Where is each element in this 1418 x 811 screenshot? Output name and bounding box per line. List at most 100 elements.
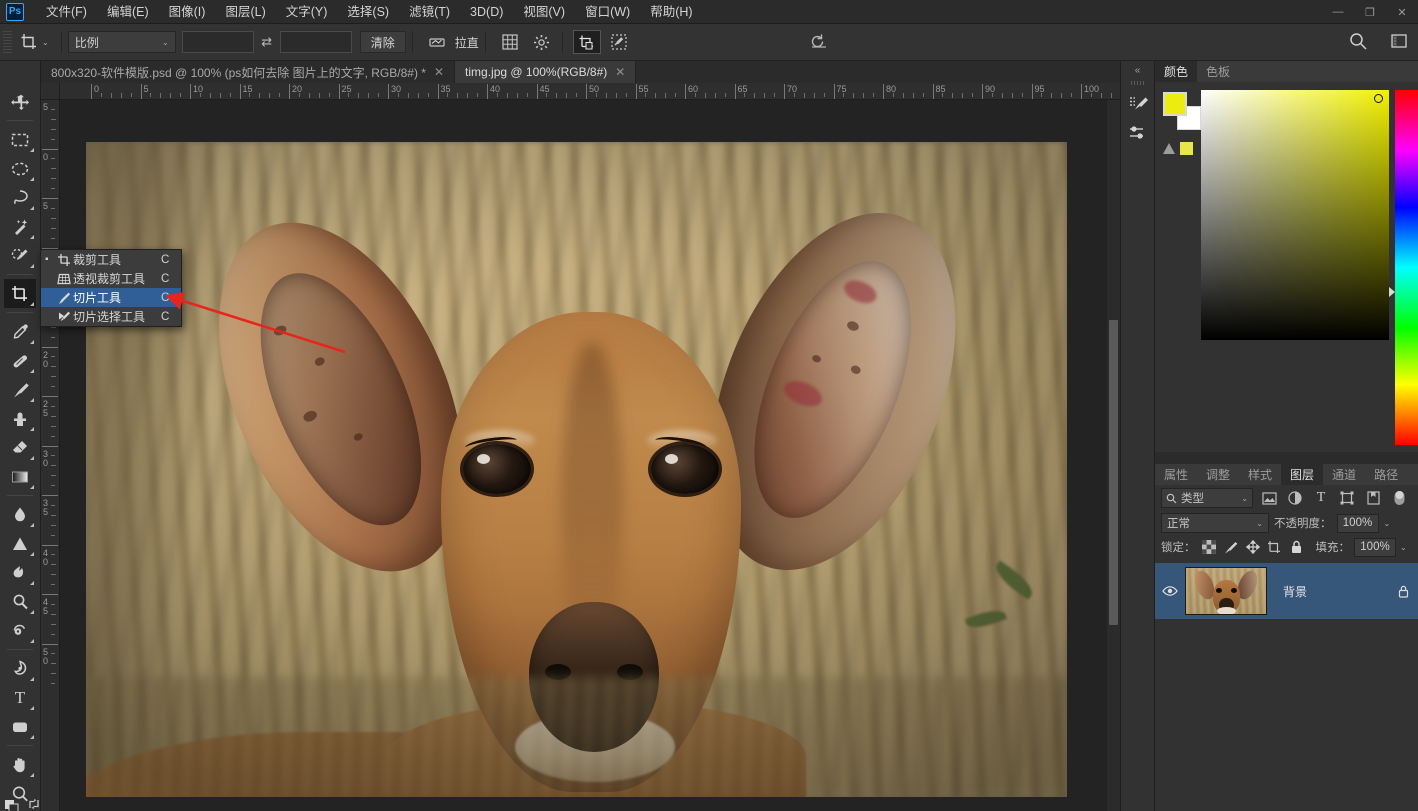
tool-flyout-triangle-icon[interactable] [30,610,34,614]
close-icon[interactable]: ✕ [615,65,625,79]
menu-item-7[interactable]: 3D(D) [460,0,513,24]
tool-flyout-triangle-icon[interactable] [30,552,34,556]
tool-hand-tool[interactable] [4,750,36,779]
color-panel-foreground-swatch[interactable] [1163,92,1187,116]
tool-spot-healing-brush-tool[interactable] [4,346,36,375]
document-tab-0[interactable]: 800x320-软件模版.psd @ 100% (ps如何去除 图片上的文字, … [41,61,456,83]
double-chevron-left-icon[interactable]: « [1121,61,1154,79]
filter-shape-icon[interactable] [1337,488,1357,508]
flyout-item-1[interactable]: 透视裁剪工具 C [41,269,181,288]
restore-button[interactable]: ❐ [1354,0,1386,24]
clear-button[interactable]: 清除 [359,31,406,53]
menu-item-10[interactable]: 帮助(H) [640,0,702,24]
reset-tool-icon[interactable] [808,31,830,54]
menu-item-4[interactable]: 文字(Y) [276,0,338,24]
content-aware-icon[interactable] [605,30,633,54]
menu-item-6[interactable]: 滤镜(T) [399,0,460,24]
tool-flyout-triangle-icon[interactable] [30,206,34,210]
document-canvas[interactable] [86,142,1067,797]
tool-magic-wand-tool[interactable] [4,212,36,241]
horizontal-ruler[interactable]: 0 5 10 15 20 25 30 35 40 45 50 55 60 65 70 75 80 85 90 95 10… [60,83,1120,100]
tool-sponge-tool[interactable] [4,587,36,616]
panel-tab-路径[interactable]: 路径 [1365,464,1407,485]
scrollbar-thumb[interactable] [1109,320,1118,625]
canvas-vertical-scrollbar[interactable] [1107,100,1120,811]
tool-dodge-tool[interactable] [4,529,36,558]
tool-burn-tool[interactable] [4,558,36,587]
filter-pixel-icon[interactable] [1259,488,1279,508]
panel-tab-色板[interactable]: 色板 [1197,61,1239,82]
tool-preset-caret-icon[interactable]: ⌄ [42,38,49,47]
panel-tab-通道[interactable]: 通道 [1323,464,1365,485]
crop-tool-icon[interactable] [16,30,42,54]
blend-mode-select[interactable]: 正常 ⌄ [1161,513,1269,533]
panel-tab-图层[interactable]: 图层 [1281,464,1324,485]
tool-gradient-tool[interactable] [4,462,36,491]
straighten-label[interactable]: 拉直 [455,34,479,51]
layer-thumbnail[interactable] [1185,567,1267,615]
tool-lasso-tool[interactable] [4,183,36,212]
menu-item-0[interactable]: 文件(F) [36,0,97,24]
tool-history-brush-tool[interactable] [4,616,36,645]
tool-flyout-triangle-icon[interactable] [30,148,34,152]
dock-grip[interactable] [1130,81,1145,85]
tool-flyout-triangle-icon[interactable] [30,302,34,306]
lock-transparent-pixels-icon[interactable] [1200,538,1218,556]
fill-input[interactable]: 100% [1354,537,1396,557]
filter-adjustment-icon[interactable] [1285,488,1305,508]
crop-ratio-select[interactable]: 比例 ⌄ [67,31,176,53]
tool-flyout-triangle-icon[interactable] [30,581,34,585]
straighten-icon[interactable] [423,30,451,54]
color-picker-handle-icon[interactable] [1374,94,1383,103]
hue-slider-handle-icon[interactable] [1389,287,1395,297]
lock-icon[interactable] [1388,584,1418,598]
tool-elliptical-marquee-tool[interactable] [4,154,36,183]
tool-pen-tool[interactable] [4,654,36,683]
tool-flyout-triangle-icon[interactable] [30,340,34,344]
opacity-chevron-down-icon[interactable]: ⌄ [1384,519,1391,528]
filter-toggle-icon[interactable] [1389,488,1409,508]
gear-icon[interactable] [528,30,556,54]
fill-chevron-down-icon[interactable]: ⌄ [1400,543,1407,552]
delete-cropped-pixels-icon[interactable] [572,30,601,54]
lock-all-icon[interactable] [1288,538,1306,556]
tool-rectangle-shape-tool[interactable] [4,712,36,741]
document-tab-1[interactable]: timg.jpg @ 100%(RGB/8#) ✕ [455,61,637,83]
lock-image-pixels-icon[interactable] [1222,538,1240,556]
crop-width-input[interactable] [181,31,254,53]
layer-filter-select[interactable]: 类型 ⌄ [1161,488,1253,508]
tool-flyout-triangle-icon[interactable] [30,735,34,739]
tool-clone-stamp-tool[interactable] [4,404,36,433]
panel-tab-属性[interactable]: 属性 [1155,464,1197,485]
search-icon[interactable] [1348,31,1368,54]
close-button[interactable]: ✕ [1386,0,1418,24]
tool-flyout-triangle-icon[interactable] [30,677,34,681]
vertical-ruler[interactable]: 505101520253035404550 [41,100,60,811]
tool-flyout-triangle-icon[interactable] [30,398,34,402]
tool-flyout-triangle-icon[interactable] [30,235,34,239]
brush-presets-icon[interactable] [1121,89,1154,119]
tool-zoom-tool[interactable] [4,779,36,808]
ruler-corner[interactable] [41,83,60,100]
tool-flyout-triangle-icon[interactable] [30,706,34,710]
hue-slider[interactable] [1389,90,1418,445]
gamut-warning-group[interactable] [1163,142,1193,155]
tool-flyout-triangle-icon[interactable] [30,639,34,643]
filter-smart-object-icon[interactable] [1363,488,1383,508]
lock-position-icon[interactable] [1244,538,1262,556]
filter-type-icon[interactable]: T [1311,488,1331,508]
menu-item-3[interactable]: 图层(L) [215,0,275,24]
tool-flyout-triangle-icon[interactable] [30,456,34,460]
close-icon[interactable]: ✕ [434,65,444,79]
canvas-area[interactable] [60,100,1120,811]
tool-flyout-triangle-icon[interactable] [30,427,34,431]
color-field[interactable] [1201,90,1389,340]
workspace-switcher-icon[interactable] [1390,32,1408,53]
layer-row[interactable]: 背景 [1155,563,1418,619]
tool-rectangular-marquee-tool[interactable] [4,125,36,154]
opacity-input[interactable]: 100% [1336,513,1379,533]
tool-eyedropper-tool[interactable] [4,317,36,346]
crop-tool-flyout-menu[interactable]: ▪ 裁剪工具 C 透视裁剪工具 C 切片工具 C 切片选择工具 C [40,249,182,327]
flyout-item-2[interactable]: 切片工具 C [41,288,181,307]
menu-item-5[interactable]: 选择(S) [337,0,399,24]
